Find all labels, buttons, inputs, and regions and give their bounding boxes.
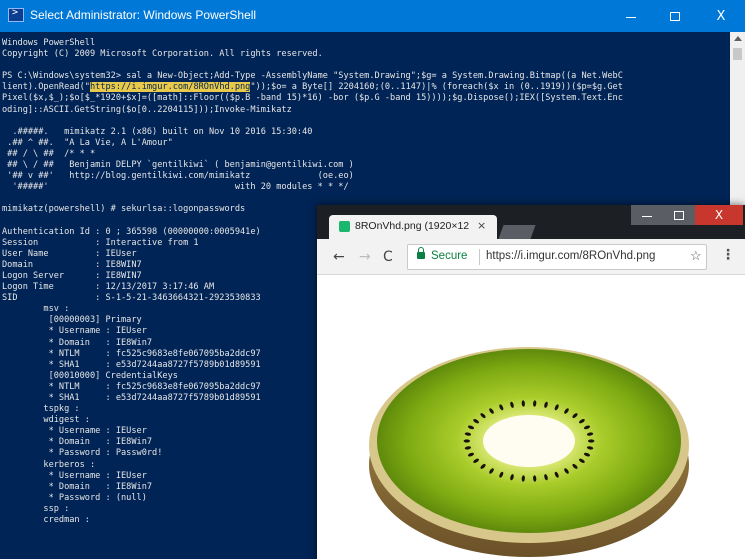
console-line: '## v ##' http://blog.gentilkiwi.com/mim… [2,171,354,182]
console-line: oding]::ASCII.GetString($o[0..2204115]))… [2,104,292,115]
powershell-titlebar[interactable]: Select Administrator: Windows PowerShell… [0,0,745,32]
secure-label[interactable]: Secure [431,250,467,262]
chrome-close-button[interactable]: X [695,205,743,225]
console-line: PS C:\Windows\system32> sal a New-Object… [2,71,623,82]
chrome-window: 8ROnVhd.png (1920×12 × X ← → C Secure ht… [317,205,745,559]
tab-title: 8ROnVhd.png (1920×12 [355,220,470,232]
omnibox-divider [479,249,480,265]
maximize-button[interactable] [652,0,698,32]
reload-icon[interactable]: C [383,249,393,265]
console-line: ## / \ ## /* * * [2,148,96,159]
image-viewport [317,275,745,559]
chrome-menu-icon[interactable]: ⋮ [721,247,735,263]
console-line: ## \ / ## Benjamin DELPY `gentilkiwi` ( … [2,160,354,171]
new-tab-button[interactable] [498,225,536,239]
console-line: Pixel($x,$_);$o[$_*1920+$x]=([math]::Flo… [2,93,623,104]
bookmark-star-icon[interactable]: ☆ [690,248,702,264]
chrome-toolbar: ← → C Secure https://i.imgur.com/8ROnVhd… [317,239,745,275]
kiwi-seed [588,439,595,443]
console-line: Windows PowerShell [2,38,96,48]
lock-icon[interactable] [417,247,425,259]
powershell-icon [8,7,24,22]
scroll-up-icon[interactable] [734,36,742,41]
window-title: Select Administrator: Windows PowerShell [30,8,257,22]
minimize-button[interactable] [608,0,654,32]
kiwi-seed [463,439,470,443]
console-line: Copyright (C) 2009 Microsoft Corporation… [2,49,323,60]
url-text[interactable]: https://i.imgur.com/8ROnVhd.png [486,250,655,262]
scrollbar-thumb[interactable] [733,48,742,60]
minimize-icon [626,17,636,18]
minimize-icon [642,216,652,217]
console-line: .#####. mimikatz 2.1 (x86) built on Nov … [2,126,313,137]
chrome-tabstrip[interactable]: 8ROnVhd.png (1920×12 × X [317,205,745,239]
back-arrow-icon[interactable]: ← [333,249,345,265]
address-bar[interactable]: Secure https://i.imgur.com/8ROnVhd.png ☆ [407,244,707,270]
console-line: lient).OpenRead("https://i.imgur.com/8RO… [2,82,623,93]
highlighted-url: https://i.imgur.com/8ROnVhd.png [89,82,251,93]
tab-image[interactable]: 8ROnVhd.png (1920×12 × [329,215,497,239]
console-line: '#####' with 20 modules * * */ [2,182,349,193]
close-button[interactable]: X [698,0,744,32]
console-line: .## ^ ##. "A La Vie, A L'Amour" [2,137,173,148]
chrome-minimize-button[interactable] [631,205,663,225]
tab-close-icon[interactable]: × [477,219,486,232]
chrome-maximize-button[interactable] [663,205,695,225]
forward-arrow-icon[interactable]: → [359,249,371,265]
maximize-icon [674,210,684,220]
image-favicon-icon [339,221,350,232]
kiwi-image [369,347,689,557]
maximize-icon [670,11,680,21]
